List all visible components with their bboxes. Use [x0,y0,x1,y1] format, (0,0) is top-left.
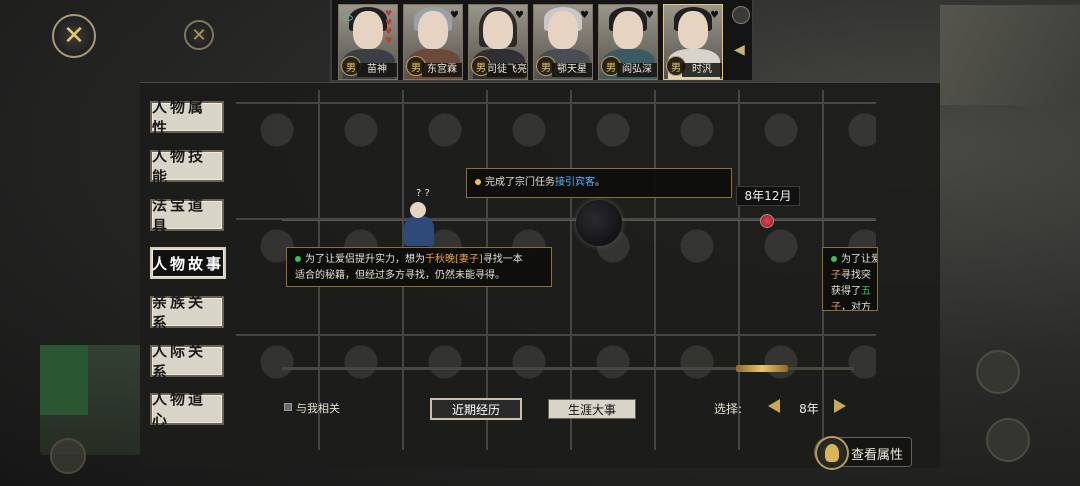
heart-icon: ♥ [645,10,654,21]
background-map [940,5,1080,105]
timeline-marker[interactable] [760,214,774,228]
year-select-value: 8年 [799,402,819,416]
event-card: 完成了宗门任务接引宾客。 [466,168,732,198]
heart-icon: ♥ [515,10,524,21]
tab-family[interactable]: 亲族关系 [150,293,224,332]
close-icon: ✕ [63,21,85,51]
character-card[interactable]: ♥ 男 阎弘深 [598,4,658,80]
affection-hearts: ♥ ♥ ♥ ♥ [385,9,393,45]
character-card[interactable]: ♥ ♥ ♥ ♥ 男 苗神 [338,4,398,80]
timeline-date: 8年12月 [736,186,800,206]
character-name: 时汎 [682,63,722,77]
heart-icon: ♥ [450,10,459,21]
character-sprite: ? ? [396,188,442,248]
tab-relationships[interactable]: 人际关系 [150,342,224,381]
character-card[interactable]: ♥ 男 东宫霖 [403,4,463,80]
event-highlight: 千秋晚[妻子] [425,254,483,265]
event-highlight: 接引宾客 [555,177,595,188]
background-avatar [986,418,1030,462]
event-card: 为了让爱 子寻找突 获得了五 子，对方 [822,247,878,311]
heart-icon: ♥ [710,10,719,21]
tab-skills[interactable]: 人物技能 [150,147,224,186]
close-button[interactable]: ✕ [52,14,96,58]
event-dot [475,179,481,185]
character-name: 司徒飞亮 [487,63,527,77]
career-events-button[interactable]: 生涯大事 [548,399,636,419]
character-card[interactable]: ♥ 男 司徒飞亮 [468,4,528,80]
character-name: 东宫霖 [422,63,462,77]
character-name: 鄂天星 [552,63,592,77]
secondary-close-button[interactable]: ✕ [184,20,214,50]
tab-dao-heart[interactable]: 人物道心 [150,390,224,429]
heart-icon: ♥ [580,10,589,21]
event-dot [831,256,837,262]
close-icon: ✕ [191,24,207,46]
tab-treasures[interactable]: 法宝道具 [150,196,224,235]
event-card: 为了让爱侣提升实力，想为千秋晚[妻子]寻找一本 适合的秘籍，但经过多方寻找，仍然… [286,247,552,287]
event-dot [295,256,301,262]
character-name: 阎弘深 [617,63,657,77]
character-strip: ♥ ♥ ♥ ♥ 男 苗神 ♥ 男 东宫霖 ♥ 男 司徒飞亮 ♥ 男 鄂天星 ♥ 男 阎… [330,0,754,82]
timeline-orb [576,200,622,246]
background-avatar [976,350,1020,394]
related-checkbox-label: 与我相关 [296,402,340,415]
year-select-label: 选择: [714,402,743,416]
timeline-scrollbar-thumb[interactable] [736,365,788,372]
tab-story[interactable]: 人物故事 [150,247,226,279]
next-year-icon[interactable] [834,399,846,413]
background-portrait [40,345,145,455]
tab-attributes[interactable]: 人物属性 [150,98,224,137]
character-icon [815,436,849,470]
recent-events-button[interactable]: 近期经历 [430,398,522,420]
chevron-left-icon[interactable]: ◀ [734,42,745,58]
view-attributes-button[interactable]: 查看属性 [814,436,912,470]
related-checkbox[interactable] [284,403,292,411]
character-card[interactable]: ♥ 男 鄂天星 [533,4,593,80]
character-name: 苗神 [357,63,397,77]
settings-icon[interactable] [732,6,750,24]
previous-year-icon[interactable] [768,399,780,413]
background-avatar [50,438,86,474]
eye-icon [343,15,353,21]
character-card-selected[interactable]: ♥ 男 时汎 [663,4,723,80]
view-attributes-label: 查看属性 [851,448,904,463]
